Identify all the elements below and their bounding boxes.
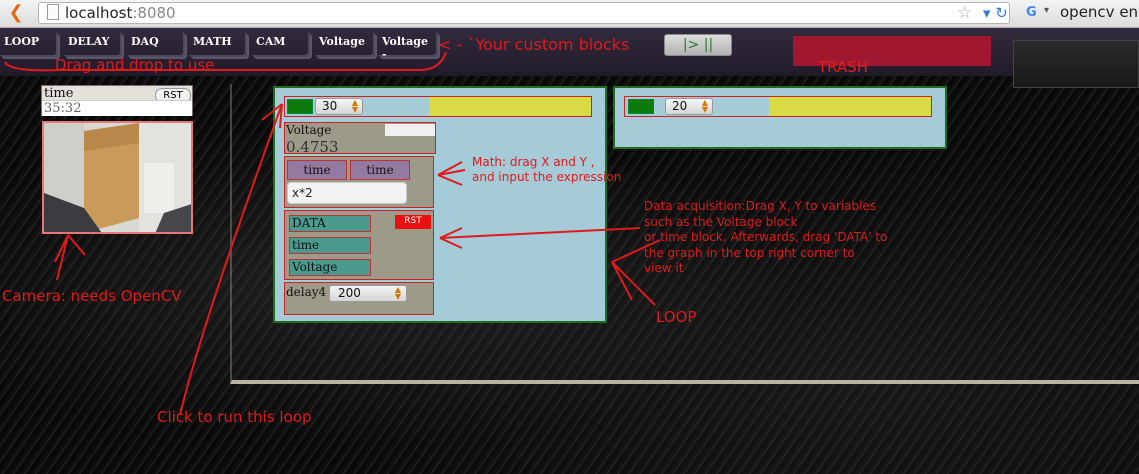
annotation-loop: LOOP <box>656 308 697 326</box>
daq-data-item[interactable]: DATA <box>289 215 371 232</box>
math-x-slot[interactable]: time <box>287 160 347 180</box>
annotation-math: Math: drag X and Y , and input the expre… <box>472 155 622 184</box>
loop-block-1[interactable]: 30 ▲ ▼ Voltage 0.4753 time time x*2 DATA … <box>273 86 607 323</box>
google-search-icon[interactable]: G <box>1026 5 1040 21</box>
run-pause-button[interactable]: |> || <box>664 34 732 56</box>
camera-image <box>44 123 191 232</box>
palette-block-voltage[interactable]: Voltage <box>315 32 375 57</box>
browser-toolbar: ❮ localhost:8080 ☆ ▾ ↻ G ▾ opencv enco <box>0 0 1139 28</box>
graph-panel[interactable] <box>1013 40 1139 88</box>
math-expression-input[interactable]: x*2 <box>287 182 407 204</box>
url-bar[interactable]: localhost:8080 ☆ ▾ ↻ <box>38 2 1010 24</box>
annotation-custom-blocks: < - `Your custom blocks <box>438 35 630 54</box>
stepper-arrows-icon[interactable]: ▲ ▼ <box>702 99 708 114</box>
daq-x-item[interactable]: time <box>289 237 371 254</box>
loop-block-2[interactable]: 20 ▲ ▼ <box>613 86 947 149</box>
url-text: localhost:8080 <box>65 4 176 22</box>
delay-stepper[interactable]: 200 ▲ ▼ <box>329 285 407 302</box>
math-block[interactable]: time time x*2 <box>284 156 434 208</box>
camera-arrow <box>54 234 86 281</box>
loop-count-value: 30 <box>322 99 338 113</box>
camera-view[interactable] <box>42 121 193 234</box>
voltage-label: Voltage <box>286 123 332 137</box>
star-icon[interactable]: ☆ <box>957 3 972 23</box>
delay-block[interactable]: delay4 200 ▲ ▼ <box>284 282 434 315</box>
loop-count-value: 20 <box>672 99 688 113</box>
palette-block-loop[interactable]: LOOP <box>0 32 58 57</box>
stepper-arrows-icon[interactable]: ▲ ▼ <box>395 286 401 301</box>
chevron-down-icon[interactable]: ▾ <box>1044 5 1049 16</box>
annotation-camera: Camera: needs OpenCV <box>2 287 182 305</box>
daq-block[interactable]: DATA time Voltage RST <box>284 210 434 280</box>
loop-header: 20 ▲ ▼ <box>624 96 932 117</box>
daq-reset-button[interactable]: RST <box>395 215 431 229</box>
time-value: 35:32 <box>42 100 192 116</box>
delay-label: delay4 <box>286 285 327 299</box>
page-icon <box>47 4 59 20</box>
reload-icon[interactable]: ▾ ↻ <box>983 4 1008 22</box>
time-widget[interactable]: time RST 35:32 <box>41 85 193 116</box>
delay-value: 200 <box>338 286 361 300</box>
palette-block-daq[interactable]: DAQ <box>127 32 185 57</box>
loop-count-stepper[interactable]: 30 ▲ ▼ <box>315 98 363 115</box>
palette-block-voltage-minus[interactable]: Voltage - <box>378 32 438 61</box>
palette-block-cam[interactable]: CAM <box>252 32 310 57</box>
loop-count-stepper[interactable]: 20 ▲ ▼ <box>665 98 713 115</box>
search-box[interactable]: opencv enco <box>1060 3 1139 21</box>
loop-run-button[interactable] <box>628 99 654 114</box>
back-arrow-icon[interactable]: ❮ <box>6 3 26 23</box>
loop-run-button[interactable] <box>287 99 313 114</box>
math-y-slot[interactable]: time <box>350 160 410 180</box>
loop-header: 30 ▲ ▼ <box>284 96 592 117</box>
daq-y-item[interactable]: Voltage <box>289 259 371 276</box>
annotation-run: Click to run this loop <box>157 408 312 426</box>
trash-label: TRASH <box>818 58 869 76</box>
annotation-drag-drop: Drag and drop to use <box>55 56 215 74</box>
voltage-block[interactable]: Voltage 0.4753 <box>284 122 436 156</box>
time-label: time <box>44 86 74 101</box>
voltage-value: 0.4753 <box>286 138 339 156</box>
voltage-bar <box>385 124 435 136</box>
palette-block-math[interactable]: MATH <box>189 32 247 57</box>
stepper-arrows-icon[interactable]: ▲ ▼ <box>352 99 358 114</box>
palette-block-delay[interactable]: DELAY <box>64 32 122 57</box>
annotation-daq: Data acquisition:Drag X, Y to variables … <box>644 199 888 275</box>
